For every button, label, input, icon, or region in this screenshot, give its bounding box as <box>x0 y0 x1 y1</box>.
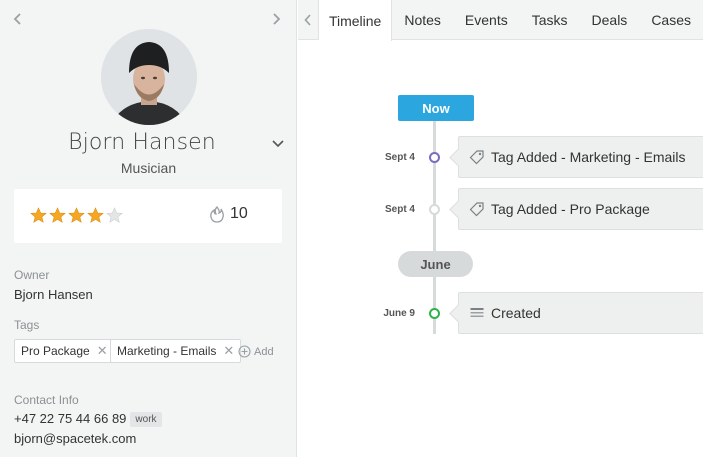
tab-events[interactable]: Events <box>453 0 520 40</box>
timeline-entry[interactable]: Created <box>458 292 703 334</box>
chevron-down-icon[interactable] <box>271 137 285 151</box>
tag-marketing-emails: Marketing - Emails ✕ <box>110 339 242 363</box>
star-icon[interactable] <box>87 207 104 224</box>
timeline-entry[interactable]: Tag Added - Marketing - Emails <box>458 136 703 178</box>
timeline-entry-text: Created <box>491 305 541 321</box>
tag-icon <box>469 150 484 165</box>
heat-value: 10 <box>230 205 248 222</box>
tab-timeline[interactable]: Timeline <box>318 0 393 41</box>
plus-circle-icon <box>238 345 251 358</box>
tag-pro-package: Pro Package ✕ <box>14 339 115 363</box>
star-empty-icon[interactable] <box>106 207 123 224</box>
tags-label: Tags <box>14 318 40 332</box>
tag-icon <box>469 202 484 217</box>
tab-deals[interactable]: Deals <box>580 0 640 40</box>
timeline-dot <box>429 308 440 319</box>
star-icon[interactable] <box>49 207 66 224</box>
owner-label: Owner <box>14 268 50 282</box>
timeline-entry-text: Tag Added - Marketing - Emails <box>491 149 686 165</box>
heat-score: 10 <box>210 205 248 223</box>
timeline-dot <box>429 204 440 215</box>
contact-sidebar: Bjorn Hansen Musician 10 Owner Bjorn Han… <box>0 0 297 457</box>
remove-tag-icon[interactable]: ✕ <box>223 343 234 359</box>
contact-name: Bjorn Hansen <box>68 130 216 155</box>
tab-notes[interactable]: Notes <box>392 0 453 40</box>
flame-icon <box>210 205 224 223</box>
next-contact-icon[interactable] <box>268 10 284 28</box>
contact-info-label: Contact Info <box>14 393 79 407</box>
tab-cases[interactable]: Cases <box>639 0 703 40</box>
rating-card: 10 <box>14 189 282 243</box>
star-rating[interactable] <box>30 207 123 224</box>
main-panel: Timeline Notes Events Tasks Deals Cases … <box>298 0 703 457</box>
tab-bar: Timeline Notes Events Tasks Deals Cases <box>298 0 703 41</box>
timeline-date: Sept 4 <box>384 152 415 163</box>
add-tag-label: Add <box>254 345 274 358</box>
owner-value[interactable]: Bjorn Hansen <box>14 287 93 302</box>
timeline-now-marker: Now <box>398 95 474 121</box>
timeline-date: June 9 <box>383 308 415 319</box>
timeline-date: Sept 4 <box>384 204 415 215</box>
list-icon <box>470 308 484 317</box>
email-address[interactable]: bjorn@spacetek.com <box>14 431 136 446</box>
timeline-month-marker: June <box>398 251 473 277</box>
timeline-dot <box>429 152 440 163</box>
timeline-entry-text: Tag Added - Pro Package <box>491 201 650 217</box>
remove-tag-icon[interactable]: ✕ <box>97 343 108 359</box>
timeline-entry[interactable]: Tag Added - Pro Package <box>458 188 703 230</box>
avatar[interactable] <box>101 29 197 125</box>
tag-label: Marketing - Emails <box>117 344 217 358</box>
star-icon[interactable] <box>30 207 47 224</box>
star-icon[interactable] <box>68 207 85 224</box>
phone-number[interactable]: +47 22 75 44 66 89 <box>14 411 126 426</box>
previous-contact-icon[interactable] <box>10 10 26 28</box>
tag-label: Pro Package <box>21 344 90 358</box>
tab-tasks[interactable]: Tasks <box>520 0 580 40</box>
collapse-sidebar-icon[interactable] <box>298 0 319 40</box>
phone-type-badge: work <box>130 412 162 427</box>
add-tag-button[interactable]: Add <box>238 345 274 358</box>
phone-row: +47 22 75 44 66 89 work <box>14 411 162 427</box>
contact-title: Musician <box>120 160 177 176</box>
